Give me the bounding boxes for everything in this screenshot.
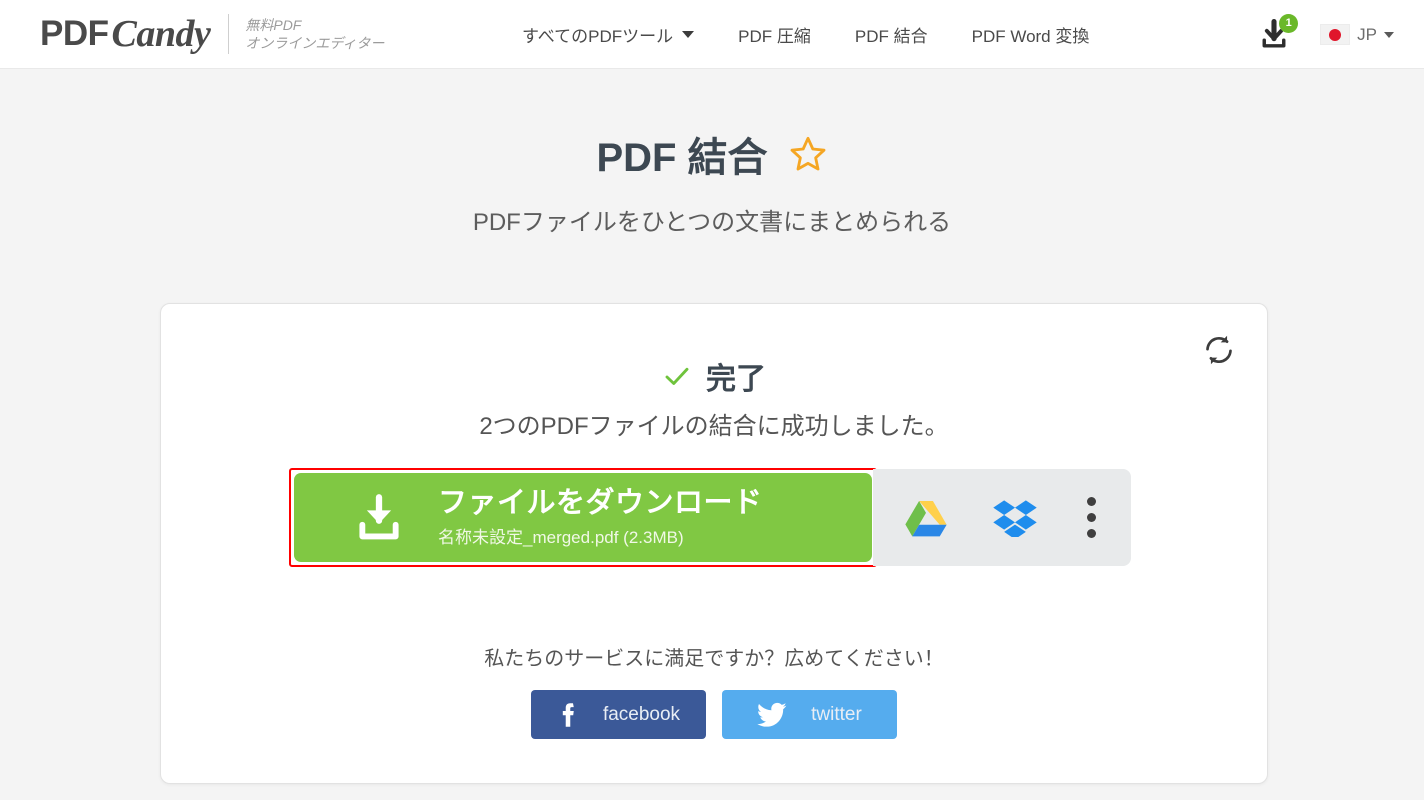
cloud-actions-panel [873,469,1131,566]
header-actions: 1 JP [1256,0,1394,69]
nav-item-all-tools[interactable]: すべてのPDFツール [500,0,716,69]
google-drive-icon [904,500,947,536]
facebook-icon [562,702,574,727]
logo-pdf-text: PDF [40,14,109,53]
logo-tagline-line1: 無料PDF [245,17,302,33]
site-header: PDF Candy 無料PDF オンラインエディター すべてのPDFツール PD… [0,0,1424,69]
download-filename: 名称未設定_merged.pdf (2.3MB) [438,528,684,548]
check-icon [665,367,689,385]
kebab-dot [1086,529,1096,538]
share-twitter-button[interactable]: twitter [722,690,897,739]
nav-item-pdf-to-word-label: PDF Word 変換 [971,27,1090,46]
chevron-down-icon [682,31,695,38]
download-button-texts: ファイルをダウンロード 名称未設定_merged.pdf (2.3MB) [438,487,763,548]
twitter-icon [757,702,787,727]
save-to-dropbox-button[interactable] [992,499,1037,537]
download-button-label: ファイルをダウンロード [438,486,763,519]
result-card: 完了 2つのPDFファイルの結合に成功しました。 ファイルをダウンロード 名称未… [160,303,1268,784]
kebab-dot [1086,497,1096,506]
download-highlight-box: ファイルをダウンロード 名称未設定_merged.pdf (2.3MB) [289,468,877,567]
chevron-down-icon [1384,31,1394,38]
nav-item-all-tools-label: すべてのPDFツール [522,27,674,46]
downloads-count-badge: 1 [1279,13,1299,33]
status-row: 完了 [161,354,1267,398]
download-file-button[interactable]: ファイルをダウンロード 名称未設定_merged.pdf (2.3MB) [294,473,872,562]
more-options-button[interactable] [1083,493,1100,542]
logo-tagline: 無料PDF オンラインエディター [245,16,384,52]
logo[interactable]: PDF Candy 無料PDF オンラインエディター [40,12,384,56]
share-facebook-label: facebook [602,703,681,725]
main-nav: すべてのPDFツール PDF 圧縮 PDF 結合 PDF Word 変換 [500,0,1111,69]
download-row: ファイルをダウンロード 名称未設定_merged.pdf (2.3MB) [289,468,1131,567]
downloads-button[interactable]: 1 [1256,13,1299,53]
share-buttons-row: facebook twitter [161,690,1267,739]
page-title: PDF 結合 [0,125,1424,183]
nav-item-pdf-to-word[interactable]: PDF Word 変換 [950,0,1112,69]
logo-divider [228,14,230,54]
nav-item-compress-label: PDF 圧縮 [738,27,811,46]
status-title: 完了 [706,363,766,396]
kebab-dot [1086,513,1096,522]
star-icon [790,136,825,171]
logo-candy-text: Candy [111,13,211,55]
status-message: 2つのPDFファイルの結合に成功しました。 [479,413,949,440]
download-icon [359,493,399,539]
jp-flag-icon [1320,24,1351,45]
nav-item-merge-label: PDF 結合 [854,27,928,46]
share-twitter-label: twitter [811,703,862,725]
dropbox-icon [992,499,1037,537]
language-code: JP [1357,24,1377,44]
share-prompt: 私たちのサービスに満足ですか？広めてください！ [484,648,944,670]
language-selector[interactable]: JP [1320,24,1394,45]
nav-item-compress[interactable]: PDF 圧縮 [716,0,833,69]
nav-item-merge[interactable]: PDF 結合 [833,0,950,69]
page-subtitle: PDFファイルをひとつの文書にまとめられる [472,209,952,236]
logo-tagline-line2: オンラインエディター [245,35,385,51]
share-facebook-button[interactable]: facebook [531,690,706,739]
page-title-text: PDF 結合 [596,136,768,180]
favorite-button[interactable] [788,134,828,174]
save-to-google-drive-button[interactable] [904,499,947,537]
